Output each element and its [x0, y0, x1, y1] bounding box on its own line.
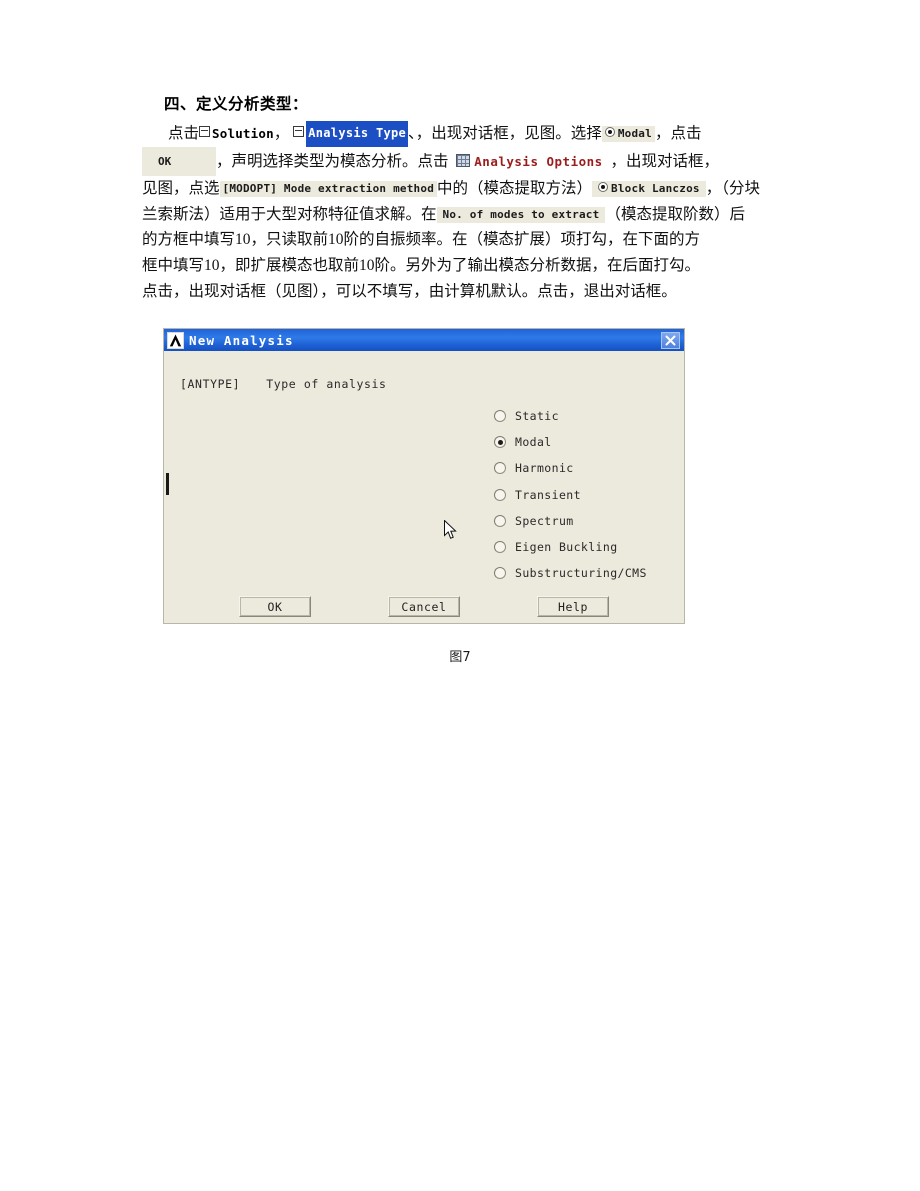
help-button[interactable]: Help	[537, 596, 609, 617]
antype-text: Type of analysis	[266, 377, 387, 391]
text-run: 、，出现对话框，见图。选择	[408, 125, 602, 142]
text-run: ，	[273, 125, 290, 142]
radio-option-harmonic[interactable]: Harmonic	[494, 455, 674, 481]
radio-on-icon[interactable]	[494, 436, 506, 449]
text-run: 见图，点选	[142, 180, 220, 198]
text-run: ，点击	[654, 125, 702, 142]
radio-option-spectrum[interactable]: Spectrum	[494, 508, 674, 534]
mouse-cursor-icon	[444, 519, 458, 541]
text-run: 中的（模态提取方法）	[437, 180, 593, 198]
modopt-snippet: [MODOPT] Mode extraction method	[219, 181, 438, 198]
ok-button[interactable]: OK	[239, 596, 311, 617]
analysis-type-highlight: Analysis Type	[306, 121, 409, 147]
paragraph-line-7: 点击，出现对话框（见图），可以不填写，由计算机默认。点击，退出对话框。	[142, 282, 677, 300]
radio-off-icon[interactable]	[494, 567, 506, 580]
radio-label: Static	[515, 409, 559, 424]
text-caret	[166, 473, 169, 495]
dialog-button-row: OK Cancel Help	[164, 596, 684, 617]
antype-field-label: [ANTYPE] Type of analysis	[180, 377, 387, 391]
radio-on-icon	[604, 127, 615, 137]
paragraph-line-6: 框中填写10，即扩展模态也取前10阶。另外为了输出模态分析数据，在后面打勾。	[142, 256, 701, 274]
radio-label: Transient	[515, 487, 581, 502]
radio-option-static[interactable]: Static	[494, 403, 674, 429]
radio-option-substructuring-cms[interactable]: Substructuring/CMS	[494, 560, 674, 586]
radio-off-icon[interactable]	[494, 488, 506, 501]
document-page: 四、定义分析类型： 点击 Solution， Analysis Type 、，出现对…	[0, 0, 920, 1191]
text-run: （模态提取阶数）后	[605, 205, 745, 223]
radio-option-modal[interactable]: Modal	[494, 429, 674, 455]
no-of-modes-snippet: No. of modes to extract	[436, 206, 606, 223]
figure-caption: 图7	[449, 650, 471, 665]
antype-code: [ANTYPE]	[180, 377, 241, 391]
text-run: 点击	[168, 125, 200, 142]
close-icon[interactable]	[661, 331, 680, 349]
radio-option-eigen-buckling[interactable]: Eigen Buckling	[494, 534, 674, 560]
paragraph-line-5: 的方框中填写10，只读取前10阶的自振频率。在（模态扩展）项打勾，在下面的方	[142, 231, 701, 249]
document-text-block: 四、定义分析类型： 点击 Solution， Analysis Type 、，出现对…	[142, 92, 792, 304]
dialog-title: New Analysis	[189, 332, 294, 348]
block-lanczos-label: Block Lanczos	[611, 182, 700, 196]
radio-off-icon[interactable]	[494, 514, 506, 527]
text-run: ，出现对话框，	[610, 152, 719, 170]
text-run: 兰索斯法）适用于大型对称特征值求解。在	[142, 205, 437, 223]
radio-label: Eigen Buckling	[515, 540, 618, 555]
radio-on-icon	[598, 182, 609, 193]
tree-collapse-icon	[293, 126, 305, 137]
paragraph-line-4: 兰索斯法）适用于大型对称特征值求解。在 No. of modes to extra…	[142, 202, 792, 228]
text-run: ，声明选择类型为模态分析。点击	[216, 152, 449, 170]
paragraph-line-1: 点击 Solution， Analysis Type 、，出现对话框，见图。选择 Mo…	[142, 121, 792, 147]
radio-option-transient[interactable]: Transient	[494, 482, 674, 508]
radio-off-icon[interactable]	[494, 410, 506, 423]
radio-label: Harmonic	[515, 461, 574, 476]
dialog-body: [ANTYPE] Type of analysis Static Modal Ha…	[164, 351, 684, 623]
section-heading: 四、定义分析类型：	[164, 95, 309, 113]
analysis-options-label: Analysis Options	[474, 153, 603, 169]
body-paragraph: 点击 Solution， Analysis Type 、，出现对话框，见图。选择 Mo…	[142, 121, 792, 304]
modal-radio-snippet: Modal	[601, 126, 655, 142]
solution-menu-label: Solution	[212, 126, 274, 141]
block-lanczos-snippet: Block Lanczos	[592, 181, 706, 198]
modal-label: Modal	[617, 127, 652, 140]
analysis-options-snippet: Analysis Options	[456, 149, 602, 175]
radio-label: Spectrum	[515, 513, 574, 528]
cancel-button[interactable]: Cancel	[388, 596, 460, 617]
radio-off-icon[interactable]	[494, 541, 506, 554]
paragraph-line-3: 见图，点选 [MODOPT] Mode extraction method 中的（模…	[142, 176, 792, 202]
dialog-titlebar[interactable]: New Analysis	[164, 329, 684, 351]
tree-collapse-icon	[199, 126, 211, 137]
radio-label: Substructuring/CMS	[515, 566, 647, 581]
radio-off-icon[interactable]	[494, 462, 506, 475]
analysis-type-radio-group[interactable]: Static Modal Harmonic Transient Spectrum	[494, 403, 674, 586]
ansys-a-logo-icon	[167, 331, 184, 349]
new-analysis-dialog: New Analysis [ANTYPE] Type of analysis St…	[163, 328, 685, 624]
grid-table-icon	[456, 153, 471, 167]
ok-button-snippet: OK	[142, 146, 216, 177]
radio-label: Modal	[515, 435, 552, 450]
paragraph-line-2: OK ，声明选择类型为模态分析。点击 Analysis Options ，出现对话…	[142, 146, 792, 177]
text-run: ，（分块	[705, 180, 760, 198]
